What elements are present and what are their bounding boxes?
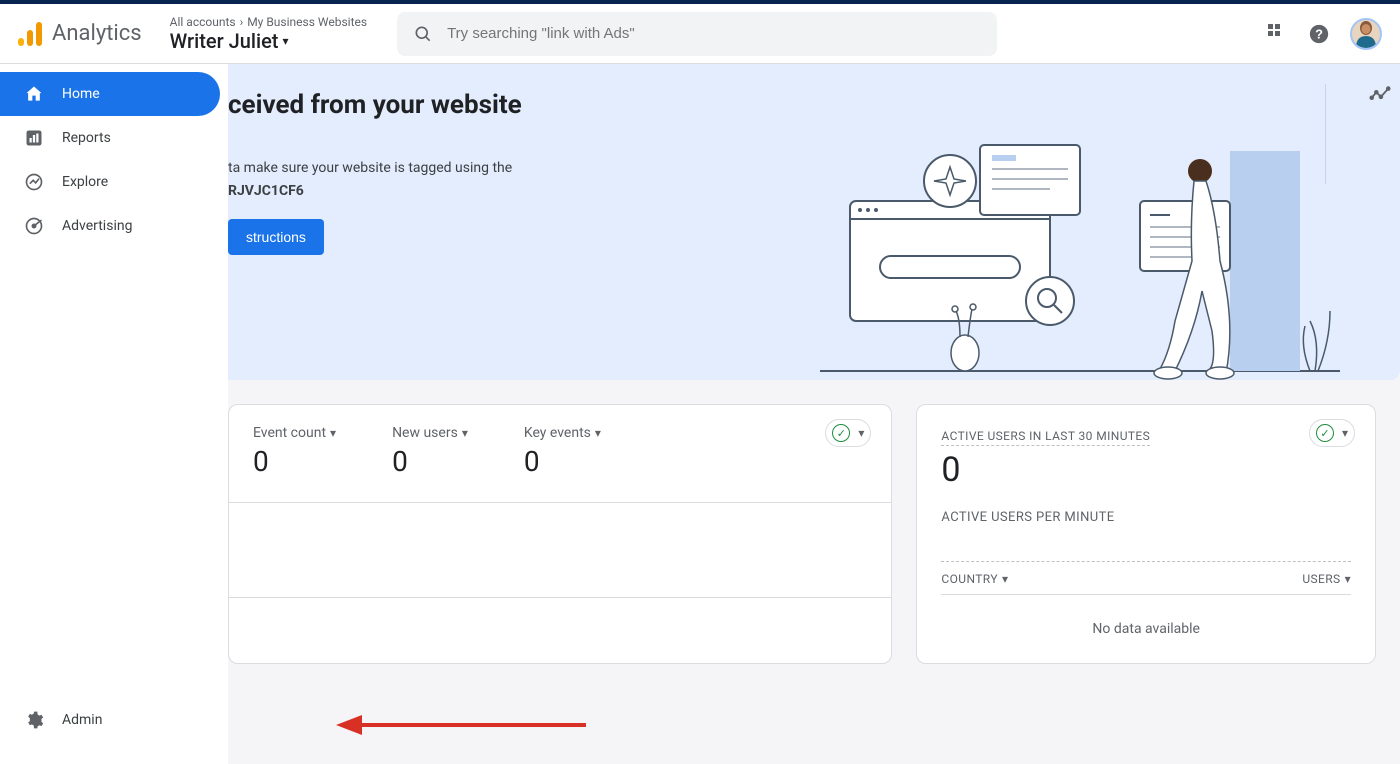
tag-id: RJVJC1CF6 — [228, 183, 304, 199]
app-name: Analytics — [52, 21, 142, 46]
metric-selector[interactable]: Event count▾ — [253, 425, 336, 441]
realtime-value: 0 — [941, 450, 1351, 490]
help-icon[interactable]: ? — [1308, 23, 1330, 45]
instructions-button[interactable]: structions — [228, 219, 324, 255]
banner-illustration — [820, 141, 1340, 381]
column-users[interactable]: USERS▾ — [1302, 572, 1351, 586]
explore-icon — [24, 172, 44, 192]
setup-banner: ceived from your website ta make sure yo… — [228, 64, 1400, 380]
analytics-logo[interactable]: Analytics — [18, 20, 142, 48]
caret-down-icon: ▾ — [595, 426, 601, 440]
app-header: Analytics All accounts › My Business Web… — [0, 4, 1400, 64]
metric-selector[interactable]: New users▾ — [392, 425, 468, 441]
caret-down-icon: ▾ — [858, 426, 864, 440]
caret-down-icon: ▾ — [1345, 572, 1351, 586]
metric-value: 0 — [392, 445, 468, 478]
insights-icon[interactable] — [1350, 84, 1400, 106]
realtime-subtitle: ACTIVE USERS PER MINUTE — [941, 510, 1351, 525]
check-icon: ✓ — [832, 424, 850, 442]
nav-reports[interactable]: Reports — [0, 116, 220, 160]
property-selector[interactable]: All accounts › My Business Websites Writ… — [170, 15, 367, 53]
property-name: Writer Juliet — [170, 29, 279, 53]
banner-title: ceived from your website — [228, 90, 1360, 120]
nav-advertising[interactable]: Advertising — [0, 204, 220, 248]
caret-down-icon: ▾ — [462, 426, 468, 440]
nav-explore[interactable]: Explore — [0, 160, 220, 204]
breadcrumb-level-2: My Business Websites — [247, 15, 367, 29]
search-icon — [413, 24, 433, 44]
nav-label: Explore — [62, 174, 108, 190]
nav-label: Home — [62, 86, 100, 102]
status-chip[interactable]: ✓ ▾ — [1309, 419, 1355, 447]
metric-value: 0 — [253, 445, 336, 478]
caret-down-icon: ▾ — [1342, 426, 1348, 440]
chevron-right-icon: › — [240, 15, 244, 29]
nav-home[interactable]: Home — [0, 72, 220, 116]
realtime-title: ACTIVE USERS IN LAST 30 MINUTES — [941, 429, 1150, 446]
nav-admin[interactable]: Admin — [0, 698, 220, 742]
caret-down-icon: ▾ — [1002, 572, 1008, 586]
search-input[interactable] — [445, 24, 981, 43]
account-avatar[interactable] — [1350, 18, 1382, 50]
analytics-logo-icon — [18, 20, 44, 48]
no-data-text: No data available — [941, 621, 1351, 637]
apps-icon[interactable] — [1268, 24, 1288, 44]
search-bar[interactable] — [397, 12, 997, 56]
metrics-card: ✓ ▾ Event count▾ 0 New users▾ 0 Key even… — [228, 404, 892, 664]
nav-label: Admin — [62, 712, 102, 728]
svg-text:?: ? — [1315, 26, 1323, 41]
metric-selector[interactable]: Key events▾ — [524, 425, 601, 441]
main-content: ceived from your website ta make sure yo… — [228, 64, 1400, 764]
sidebar: Home Reports Explore Advertising Admin — [0, 64, 228, 764]
nav-label: Reports — [62, 130, 111, 146]
metric-row: Event count▾ 0 New users▾ 0 Key events▾ … — [253, 425, 867, 478]
realtime-card: ✓ ▾ ACTIVE USERS IN LAST 30 MINUTES 0 AC… — [916, 404, 1376, 664]
caret-down-icon: ▾ — [330, 426, 336, 440]
bar-chart-icon — [24, 128, 44, 148]
breadcrumb: All accounts › My Business Websites — [170, 15, 367, 29]
check-icon: ✓ — [1316, 424, 1334, 442]
metric-value: 0 — [524, 445, 601, 478]
nav-label: Advertising — [62, 218, 132, 234]
advertising-icon — [24, 216, 44, 236]
breadcrumb-level-1: All accounts — [170, 15, 236, 29]
status-chip[interactable]: ✓ ▾ — [825, 419, 871, 447]
column-country[interactable]: COUNTRY▾ — [941, 572, 1008, 586]
gear-icon — [24, 710, 44, 730]
annotation-arrow — [336, 710, 586, 740]
caret-down-icon: ▾ — [282, 34, 288, 48]
home-icon — [24, 84, 44, 104]
